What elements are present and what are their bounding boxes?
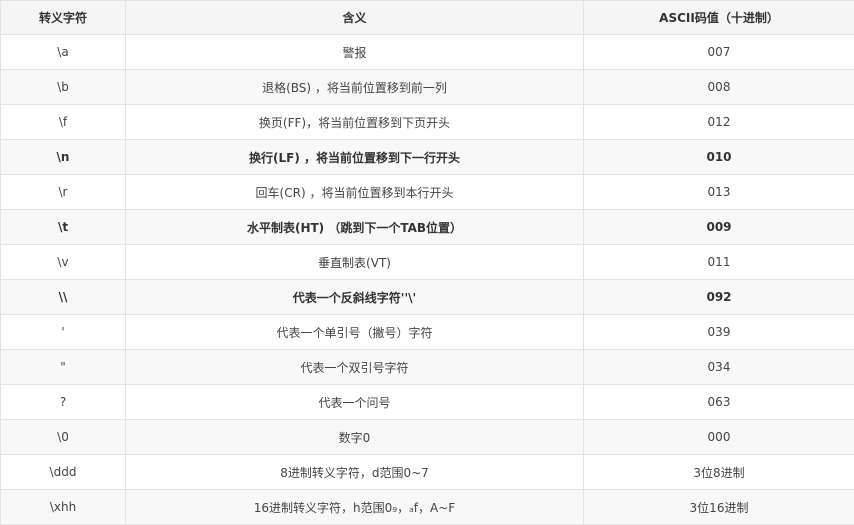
table-row: \r 回车(CR) ，将当前位置移到本行开头 013 [0, 174, 854, 210]
escape-char-cell: \0 [0, 419, 126, 455]
ascii-value-cell: 012 [583, 104, 854, 140]
meaning-cell: 退格(BS) ，将当前位置移到前一列 [125, 69, 584, 105]
ascii-value-cell: 092 [583, 279, 854, 315]
meaning-cell: 换页(FF)，将当前位置移到下页开头 [125, 104, 584, 140]
meaning-cell: 数字0 [125, 419, 584, 455]
header-row: 转义字符 含义 ASCII码值（十进制） [0, 0, 854, 35]
meaning-cell: 代表一个问号 [125, 384, 584, 420]
header-meaning: 含义 [125, 0, 584, 35]
ascii-value-cell: 063 [583, 384, 854, 420]
table-row: \t 水平制表(HT) （跳到下一个TAB位置） 009 [0, 209, 854, 245]
escape-char-cell: " [0, 349, 126, 385]
table-row: \ddd 8进制转义字符，d范围0~7 3位8进制 [0, 454, 854, 490]
meaning-cell: 垂直制表(VT) [125, 244, 584, 280]
escape-char-cell: \f [0, 104, 126, 140]
header-escape-char: 转义字符 [0, 0, 126, 35]
meaning-cell: 换行(LF) ，将当前位置移到下一行开头 [125, 139, 584, 175]
escape-char-cell: \n [0, 139, 126, 175]
ascii-value-cell: 013 [583, 174, 854, 210]
ascii-value-cell: 010 [583, 139, 854, 175]
meaning-cell: 代表一个双引号字符 [125, 349, 584, 385]
escape-char-cell: \b [0, 69, 126, 105]
ascii-value-cell: 007 [583, 34, 854, 70]
ascii-value-cell: 039 [583, 314, 854, 350]
escape-char-cell: \xhh [0, 489, 126, 525]
escape-char-cell: ? [0, 384, 126, 420]
table-body: \a 警报 007 \b 退格(BS) ，将当前位置移到前一列 008 \f 换页(FF)，将… [0, 34, 854, 525]
table-row: \\ 代表一个反斜线字符''\' 092 [0, 279, 854, 315]
escape-char-cell: \a [0, 34, 126, 70]
table-row: \a 警报 007 [0, 34, 854, 70]
table-row: \b 退格(BS) ，将当前位置移到前一列 008 [0, 69, 854, 105]
table-row: \v 垂直制表(VT) 011 [0, 244, 854, 280]
table-header: 转义字符 含义 ASCII码值（十进制） [0, 0, 854, 35]
meaning-cell: 代表一个反斜线字符''\' [125, 279, 584, 315]
table-row: ' 代表一个单引号（撇号）字符 039 [0, 314, 854, 350]
ascii-value-cell: 011 [583, 244, 854, 280]
escape-char-cell: \r [0, 174, 126, 210]
table-row: \xhh 16进制转义字符，h范围0₉，ₐf，A~F 3位16进制 [0, 489, 854, 525]
header-ascii-value: ASCII码值（十进制） [583, 0, 854, 35]
escape-char-cell: \\ [0, 279, 126, 315]
ascii-value-cell: 008 [583, 69, 854, 105]
table-row: \f 换页(FF)，将当前位置移到下页开头 012 [0, 104, 854, 140]
meaning-cell: 16进制转义字符，h范围0₉，ₐf，A~F [125, 489, 584, 525]
ascii-value-cell: 3位8进制 [583, 454, 854, 490]
escape-char-cell: ' [0, 314, 126, 350]
meaning-cell: 回车(CR) ，将当前位置移到本行开头 [125, 174, 584, 210]
escape-character-table: 转义字符 含义 ASCII码值（十进制） \a 警报 007 \b 退格(BS) ，将当… [0, 0, 854, 525]
escape-char-cell: \v [0, 244, 126, 280]
meaning-cell: 8进制转义字符，d范围0~7 [125, 454, 584, 490]
escape-char-cell: \t [0, 209, 126, 245]
meaning-cell: 警报 [125, 34, 584, 70]
meaning-cell: 水平制表(HT) （跳到下一个TAB位置） [125, 209, 584, 245]
ascii-value-cell: 009 [583, 209, 854, 245]
table-row: ? 代表一个问号 063 [0, 384, 854, 420]
ascii-value-cell: 3位16进制 [583, 489, 854, 525]
ascii-value-cell: 034 [583, 349, 854, 385]
escape-char-cell: \ddd [0, 454, 126, 490]
table-row: " 代表一个双引号字符 034 [0, 349, 854, 385]
table-row: \n 换行(LF) ，将当前位置移到下一行开头 010 [0, 139, 854, 175]
table-row: \0 数字0 000 [0, 419, 854, 455]
meaning-cell: 代表一个单引号（撇号）字符 [125, 314, 584, 350]
ascii-value-cell: 000 [583, 419, 854, 455]
